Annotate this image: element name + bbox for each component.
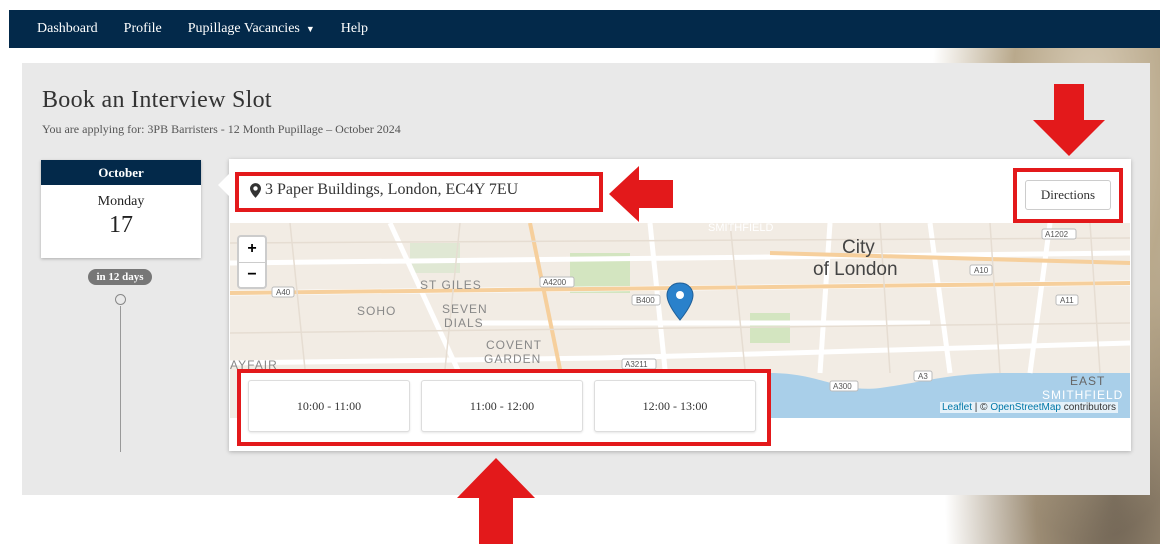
- arrow-down-icon: [1033, 84, 1105, 156]
- nav-pupillage-vacancies[interactable]: Pupillage Vacancies ▼: [188, 21, 315, 37]
- caret-down-icon: ▼: [305, 24, 315, 34]
- slot-button-3[interactable]: 12:00 - 13:00: [594, 380, 756, 432]
- svg-text:A40: A40: [276, 288, 291, 297]
- page-title: Book an Interview Slot: [42, 87, 272, 113]
- page-subtitle: You are applying for: 3PB Barristers - 1…: [42, 122, 401, 136]
- svg-text:A3211: A3211: [625, 360, 648, 369]
- address-text: 3 Paper Buildings, London, EC4Y 7EU: [265, 181, 519, 198]
- top-navbar: Dashboard Profile Pupillage Vacancies ▼ …: [9, 10, 1160, 48]
- card-pointer: [218, 174, 229, 196]
- svg-text:A3: A3: [918, 372, 928, 381]
- slot-button-1[interactable]: 10:00 - 11:00: [248, 380, 410, 432]
- date-day: 17: [109, 212, 133, 238]
- date-month: October: [41, 160, 201, 185]
- nav-profile[interactable]: Profile: [124, 21, 162, 37]
- map-marker-icon: [250, 182, 261, 198]
- days-until-badge: in 12 days: [88, 269, 152, 285]
- svg-text:A1202: A1202: [1045, 230, 1069, 239]
- arrow-left-icon: [609, 166, 673, 222]
- svg-text:ST GILES: ST GILES: [420, 278, 482, 292]
- timeline-line: [120, 306, 121, 452]
- svg-text:A300: A300: [833, 382, 852, 391]
- svg-text:A10: A10: [974, 266, 989, 275]
- svg-text:GARDEN: GARDEN: [484, 352, 541, 366]
- svg-text:SEVEN: SEVEN: [442, 302, 488, 316]
- timeline-dot: [115, 294, 126, 305]
- address: 3 Paper Buildings, London, EC4Y 7EU: [250, 181, 518, 199]
- svg-text:SOHO: SOHO: [357, 304, 396, 318]
- map-attribution: Leaflet | © OpenStreetMap contributors: [940, 402, 1118, 413]
- date-card: October Monday 17: [41, 160, 201, 258]
- svg-text:A11: A11: [1060, 296, 1074, 305]
- zoom-out-button[interactable]: −: [239, 263, 265, 288]
- svg-text:SMITHFIELD: SMITHFIELD: [708, 223, 773, 234]
- svg-text:EAST: EAST: [1070, 374, 1105, 388]
- directions-button[interactable]: Directions: [1025, 180, 1111, 210]
- svg-text:B400: B400: [636, 296, 655, 305]
- openstreetmap-link[interactable]: OpenStreetMap: [990, 402, 1061, 413]
- svg-text:A4200: A4200: [543, 278, 567, 287]
- zoom-in-button[interactable]: +: [239, 237, 265, 263]
- nav-help[interactable]: Help: [341, 21, 368, 37]
- date-weekday: Monday: [97, 194, 145, 209]
- arrow-up-icon: [457, 458, 535, 544]
- svg-text:DIALS: DIALS: [444, 316, 484, 330]
- slot-button-2[interactable]: 11:00 - 12:00: [421, 380, 583, 432]
- leaflet-link[interactable]: Leaflet: [942, 402, 972, 413]
- location-marker-icon: [666, 282, 694, 321]
- svg-text:SMITHFIELD: SMITHFIELD: [1042, 388, 1123, 402]
- svg-text:of London: of London: [813, 259, 898, 280]
- svg-text:COVENT: COVENT: [486, 338, 542, 352]
- svg-text:AYFAIR: AYFAIR: [230, 358, 278, 372]
- svg-text:City: City: [842, 237, 875, 258]
- nav-dashboard[interactable]: Dashboard: [37, 21, 98, 37]
- map-zoom-control: + −: [237, 235, 267, 289]
